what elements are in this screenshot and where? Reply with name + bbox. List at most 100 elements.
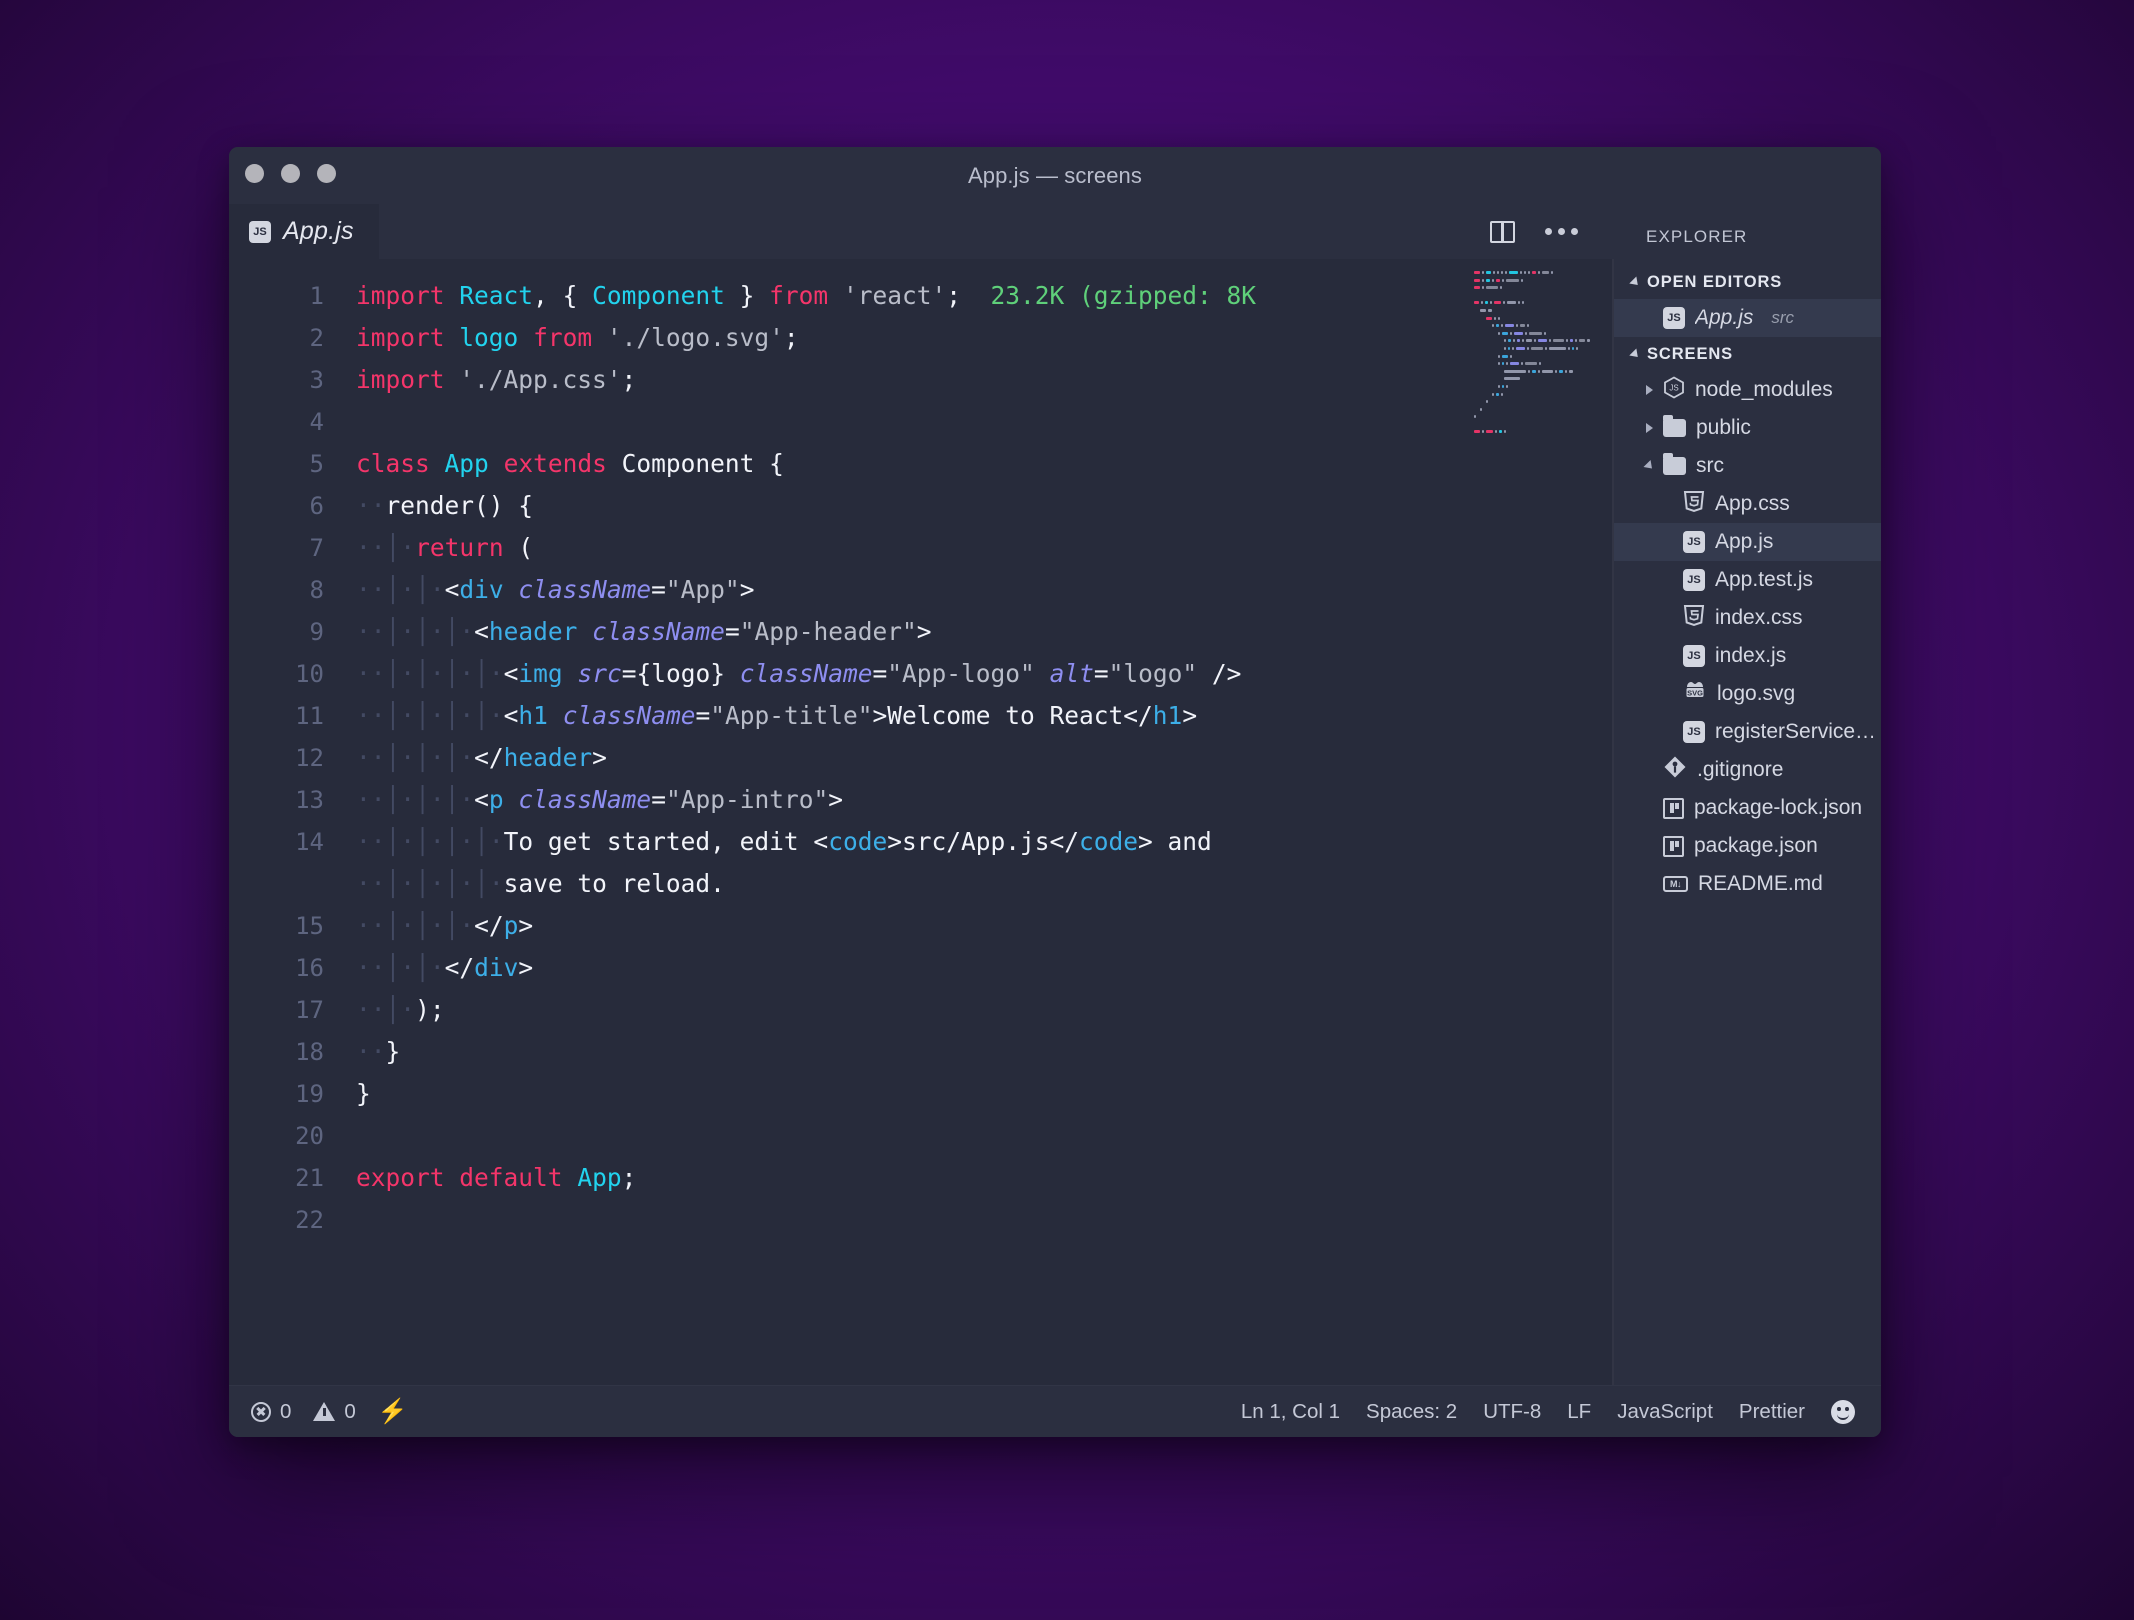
tree-item-label: App.js	[1715, 530, 1773, 554]
code-line[interactable]: ··}	[356, 1031, 1614, 1073]
tree-item-app-js[interactable]: JS App.js	[1614, 523, 1881, 561]
code-line[interactable]: ··│·│·│·│·To get started, edit <code>src…	[356, 821, 1614, 863]
status-eol[interactable]: LF	[1567, 1400, 1591, 1424]
line-number: 9	[229, 611, 324, 653]
node-folder-icon: JS	[1663, 376, 1685, 405]
line-number: 1	[229, 275, 324, 317]
line-number: 6	[229, 485, 324, 527]
title-bar: App.js — screens	[229, 147, 1881, 204]
explorer-title: EXPLORER	[1614, 204, 1881, 265]
line-number: 5	[229, 443, 324, 485]
status-warnings[interactable]: 0	[313, 1400, 355, 1424]
code-line[interactable]: }	[356, 1073, 1614, 1115]
workbench: JS App.js 123456789101112131415161718192…	[229, 204, 1881, 1385]
status-language[interactable]: JavaScript	[1617, 1400, 1713, 1424]
tree-item-index-js[interactable]: JSindex.js	[1614, 637, 1881, 675]
line-number: 13	[229, 779, 324, 821]
section-label: SCREENS	[1647, 345, 1733, 364]
status-bar: 0 0 ⚡ Ln 1, Col 1 Spaces: 2 UTF-8 LF Jav…	[229, 1385, 1881, 1437]
tree-item-public[interactable]: public	[1614, 409, 1881, 447]
section-label: OPEN EDITORS	[1647, 273, 1782, 292]
tree-item-label: node_modules	[1695, 378, 1833, 402]
code-line[interactable]: ··│·│·│·│·save to reload.	[356, 863, 1614, 905]
js-file-icon: JS	[1683, 531, 1705, 553]
tree-item-app-js[interactable]: JSApp.jssrc	[1614, 299, 1881, 337]
status-cursor-position[interactable]: Ln 1, Col 1	[1241, 1400, 1340, 1424]
tree-item-node-modules[interactable]: JS node_modules	[1614, 371, 1881, 409]
section-header-screens[interactable]: SCREENS	[1614, 337, 1881, 371]
code-line[interactable]: ··│·│·│·</p>	[356, 905, 1614, 947]
tree-item-label: index.css	[1715, 606, 1803, 630]
code-line[interactable]: ··render() {	[356, 485, 1614, 527]
tree-item-label: logo.svg	[1717, 682, 1795, 706]
status-formatter[interactable]: Prettier	[1739, 1400, 1805, 1424]
tree-item-package-json[interactable]: package.json	[1614, 827, 1881, 865]
js-file-icon: JS	[1683, 645, 1705, 667]
status-indentation[interactable]: Spaces: 2	[1366, 1400, 1457, 1424]
tree-item-label: README.md	[1698, 872, 1823, 896]
code-line[interactable]: ··│·│·│·</header>	[356, 737, 1614, 779]
chevron-down-icon	[1629, 348, 1641, 360]
tree-item-registerservice[interactable]: JS registerService…	[1614, 713, 1881, 751]
tree-item-app-test-js[interactable]: JSApp.test.js	[1614, 561, 1881, 599]
tree-item-app-css[interactable]: App.css	[1614, 485, 1881, 523]
line-number: 11	[229, 695, 324, 737]
window-title: App.js — screens	[229, 163, 1881, 189]
explorer-tree: OPEN EDITORSJSApp.jssrcSCREENSJSnode_mod…	[1614, 265, 1881, 903]
section-header-open-editors[interactable]: OPEN EDITORS	[1614, 265, 1881, 299]
git-file-icon	[1663, 755, 1687, 785]
tree-item-gitignore[interactable]: .gitignore	[1614, 751, 1881, 789]
status-errors[interactable]: 0	[251, 1400, 291, 1424]
tree-item-src[interactable]: src	[1614, 447, 1881, 485]
line-number: 7	[229, 527, 324, 569]
smiley-icon[interactable]	[1831, 1400, 1855, 1424]
code-line[interactable]: import logo from './logo.svg';	[356, 317, 1614, 359]
code-line[interactable]: import React, { Component } from 'react'…	[356, 275, 1614, 317]
code-line[interactable]	[356, 1115, 1614, 1157]
line-number: 3	[229, 359, 324, 401]
warning-count: 0	[344, 1400, 355, 1424]
tab-app-js[interactable]: JS App.js	[229, 204, 379, 259]
code-content[interactable]: import React, { Component } from 'react'…	[324, 259, 1614, 1385]
error-count: 0	[280, 1400, 291, 1424]
code-line[interactable]: ··│·return (	[356, 527, 1614, 569]
svg-file-icon: SVG	[1683, 680, 1707, 709]
code-editor[interactable]: 12345678910111213141516171819202122 impo…	[229, 259, 1614, 1385]
more-actions-icon[interactable]	[1545, 228, 1578, 235]
line-number: 4	[229, 401, 324, 443]
code-line[interactable]	[356, 401, 1614, 443]
code-line[interactable]: ··│·│·</div>	[356, 947, 1614, 989]
code-line[interactable]: ··│·│·│·<header className="App-header">	[356, 611, 1614, 653]
tree-item-label: App.js	[1695, 306, 1753, 330]
code-line[interactable]: ··│·│·│·<p className="App-intro">	[356, 779, 1614, 821]
code-line[interactable]	[356, 1199, 1614, 1241]
js-file-icon: JS	[1683, 721, 1705, 743]
explorer-sidebar: EXPLORER OPEN EDITORSJSApp.jssrcSCREENSJ…	[1614, 204, 1881, 1385]
split-editor-icon[interactable]	[1490, 221, 1515, 243]
status-encoding[interactable]: UTF-8	[1483, 1400, 1541, 1424]
code-line[interactable]: ··│·);	[356, 989, 1614, 1031]
tree-item-label: public	[1696, 416, 1751, 440]
code-line[interactable]: class App extends Component {	[356, 443, 1614, 485]
tree-item-index-css[interactable]: index.css	[1614, 599, 1881, 637]
tree-item-package-lock-json[interactable]: package-lock.json	[1614, 789, 1881, 827]
tree-item-label: package-lock.json	[1694, 796, 1862, 820]
line-number: 19	[229, 1073, 324, 1115]
tree-item-label: registerService…	[1715, 720, 1873, 744]
code-line[interactable]: ··│·│·<div className="App">	[356, 569, 1614, 611]
tree-item-readme-md[interactable]: M↓ README.md	[1614, 865, 1881, 903]
vscode-window: App.js — screens JS App.js 1234567891011…	[229, 147, 1881, 1437]
code-line[interactable]: import './App.css';	[356, 359, 1614, 401]
tree-item-logo-svg[interactable]: SVG logo.svg	[1614, 675, 1881, 713]
code-line[interactable]: ··│·│·│·│·<h1 className="App-title">Welc…	[356, 695, 1614, 737]
lightning-icon[interactable]: ⚡	[378, 1397, 408, 1426]
line-number-gutter: 12345678910111213141516171819202122	[229, 259, 324, 1385]
code-line[interactable]: export default App;	[356, 1157, 1614, 1199]
code-line[interactable]: ··│·│·│·│·<img src={logo} className="App…	[356, 653, 1614, 695]
import-cost-annotation: 23.2K (gzipped: 8K	[961, 281, 1256, 310]
js-file-icon: JS	[1683, 569, 1705, 591]
line-number: 21	[229, 1157, 324, 1199]
code-scroll[interactable]: 12345678910111213141516171819202122 impo…	[229, 259, 1614, 1385]
css-file-icon	[1683, 490, 1705, 519]
markdown-file-icon: M↓	[1663, 876, 1688, 892]
